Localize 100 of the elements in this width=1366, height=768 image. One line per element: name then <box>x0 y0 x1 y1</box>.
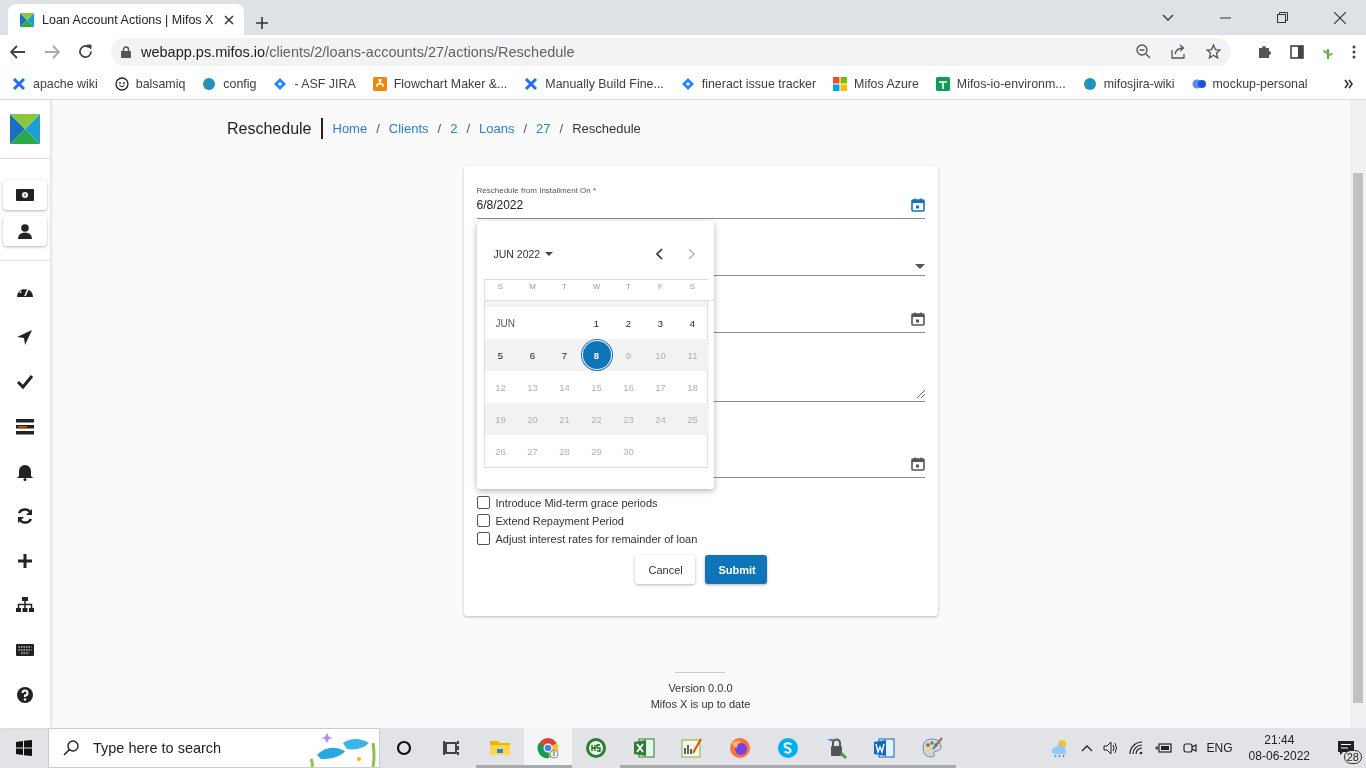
person-icon <box>18 223 32 239</box>
period-button[interactable]: JUN 2022 <box>493 248 554 260</box>
padlock-icon[interactable] <box>825 737 847 759</box>
bookmark[interactable]: - ASF JIRA <box>273 76 356 91</box>
bookmark[interactable]: mifosjira-wiki <box>1082 76 1175 91</box>
resize-handle-icon[interactable] <box>916 390 925 398</box>
word-document-icon[interactable] <box>873 737 895 759</box>
bookmark[interactable]: fineract issue tracker <box>680 76 817 91</box>
checkmark-icon[interactable] <box>16 373 34 392</box>
date-field[interactable]: Reschedule from Installment On * 6/8/2022 <box>476 172 925 219</box>
quick-action-button[interactable] <box>3 180 47 210</box>
calendar-day: 10 <box>644 339 677 371</box>
side-panel-icon[interactable] <box>1290 44 1304 59</box>
calendar-day: 19 <box>484 403 517 435</box>
search-field[interactable]: Type here to search <box>91 739 291 757</box>
chevron-up-icon[interactable] <box>1080 744 1093 752</box>
speaker-icon[interactable] <box>1102 741 1119 755</box>
restore-icon[interactable] <box>1277 12 1288 23</box>
calendar-day[interactable]: 6 <box>516 339 549 371</box>
checkbox[interactable] <box>476 532 490 545</box>
chrome-taskbar-button[interactable] <box>524 728 572 768</box>
dropdown-arrow-icon <box>545 252 554 256</box>
clock-time[interactable]: 21:44 <box>1264 733 1295 747</box>
camera-icon[interactable] <box>1182 741 1197 755</box>
language-indicator[interactable]: ENG <box>1206 741 1233 755</box>
bookmark[interactable]: config <box>202 76 257 91</box>
browser-tab[interactable]: Loan Account Actions | Mifos X <box>8 4 244 35</box>
bookmark[interactable]: apache wiki <box>12 76 98 91</box>
bookmark[interactable]: mockup-personal <box>1191 76 1308 91</box>
taskbar-search-field[interactable]: Type here to search <box>48 728 380 768</box>
checkbox[interactable] <box>476 496 490 509</box>
breadcrumb-link[interactable]: 2 <box>450 121 458 136</box>
calendar-day: 29 <box>580 435 613 467</box>
clock-date[interactable]: 08-06-2022 <box>1248 749 1310 763</box>
chevron-double-icon[interactable] <box>1344 78 1354 89</box>
spreadsheet-icon[interactable] <box>633 737 655 759</box>
firefox-icon[interactable] <box>729 737 751 759</box>
bookmark[interactable]: Flowchart Maker &... <box>372 76 508 91</box>
zoom-out-icon[interactable] <box>1136 44 1151 59</box>
quick-action-button[interactable] <box>3 216 47 246</box>
bookmark[interactable]: Manually Build Fine... <box>524 76 664 91</box>
bookmark[interactable]: Mifos-io-environm... <box>935 76 1066 91</box>
sitemap-icon[interactable] <box>16 596 34 615</box>
star-icon[interactable] <box>1206 44 1221 59</box>
new-tab-icon[interactable] <box>256 17 268 29</box>
calendar-icon[interactable] <box>910 198 925 212</box>
breadcrumb-link[interactable]: Loans <box>479 121 515 136</box>
chart-document-icon[interactable] <box>681 737 703 759</box>
cortana-icon[interactable] <box>396 740 412 756</box>
share-icon[interactable] <box>1171 44 1186 59</box>
diamond-icon <box>273 76 288 91</box>
paint-palette-icon[interactable] <box>921 737 943 759</box>
more-icon[interactable] <box>1352 44 1356 59</box>
address-bar[interactable]: webapp.ps.mifos.io/clients/2/loans-accounts/27/actions/Reschedule <box>111 37 1231 66</box>
breadcrumb-separator: / <box>559 121 564 136</box>
reload-icon[interactable] <box>78 44 93 59</box>
extensions-icon[interactable] <box>1257 44 1272 59</box>
calendar-day: 16 <box>612 371 645 403</box>
hs-badge-icon[interactable] <box>585 737 607 759</box>
chrome-icon[interactable] <box>537 737 559 759</box>
breadcrumb-link[interactable]: Home <box>332 121 368 136</box>
close-icon[interactable] <box>224 14 234 25</box>
wifi-icon[interactable] <box>1128 741 1145 755</box>
scrollbar[interactable] <box>1350 100 1366 728</box>
windows-logo-icon[interactable] <box>16 740 32 756</box>
list-icon[interactable] <box>16 418 34 437</box>
back-icon[interactable] <box>10 44 26 59</box>
calendar-day[interactable]: 8 <box>580 339 613 371</box>
breadcrumb-link[interactable]: Clients <box>388 121 429 136</box>
tab-search-icon[interactable] <box>1162 13 1174 22</box>
calendar-day[interactable]: 3 <box>644 307 677 339</box>
refresh-icon[interactable] <box>16 507 34 526</box>
plus-icon[interactable] <box>16 551 34 570</box>
task-view-icon[interactable] <box>443 740 461 756</box>
calendar-day[interactable]: 2 <box>612 307 645 339</box>
calendar-day[interactable]: 5 <box>484 339 517 371</box>
submit-button[interactable]: Submit <box>704 555 767 584</box>
battery-icon[interactable] <box>1154 742 1173 754</box>
breadcrumb-current: Reschedule <box>572 121 641 136</box>
calendar-day[interactable]: 7 <box>548 339 581 371</box>
close-icon[interactable] <box>1334 11 1346 24</box>
navigation-arrow-icon[interactable] <box>16 328 34 347</box>
calendar-day[interactable]: 1 <box>580 307 613 339</box>
breadcrumb-link[interactable]: 27 <box>536 121 551 136</box>
cancel-button[interactable]: Cancel <box>634 555 695 584</box>
calendar-icon[interactable] <box>910 457 925 471</box>
bookmark[interactable]: balsamiq <box>114 76 186 91</box>
help-icon[interactable] <box>16 685 34 704</box>
checkbox[interactable] <box>476 514 490 527</box>
weekday-label: T <box>625 281 632 293</box>
dropdown-arrow-icon[interactable] <box>914 264 925 269</box>
logo-icon <box>20 12 34 27</box>
calendar-day: 12 <box>484 371 517 403</box>
bell-icon[interactable] <box>16 462 34 481</box>
calendar-day: 9 <box>612 339 645 371</box>
update-status-text: Mifos X is up to date <box>650 698 751 710</box>
calendar-day[interactable]: 4 <box>676 307 709 339</box>
bookmark[interactable]: Mifos Azure <box>833 76 919 91</box>
calendar-day: 26 <box>484 435 517 467</box>
calendar-icon[interactable] <box>910 312 925 326</box>
